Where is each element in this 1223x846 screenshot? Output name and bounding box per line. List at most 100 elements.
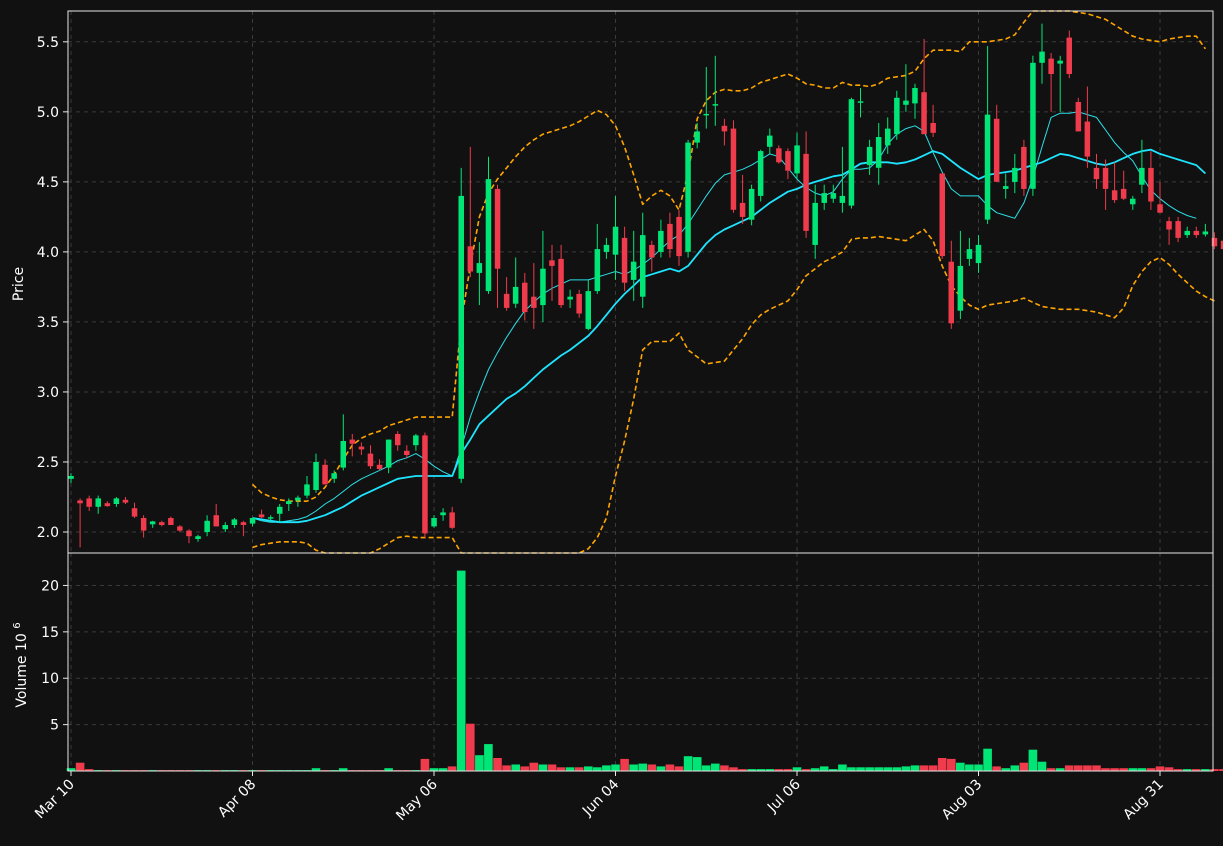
volume-bar [665,764,675,771]
candle-body [1066,37,1072,74]
volume-bar [420,758,430,771]
candle-body [149,521,156,525]
price-tick-label: 4.0 [37,245,59,261]
price-tick-label: 3.0 [37,385,59,401]
candle-body [1120,188,1127,199]
candle-body [440,512,446,516]
candle-body [295,497,301,501]
volume-bar [720,765,729,771]
volume-tick-label: 10 [41,671,59,687]
candle-body [494,188,501,269]
candle-body [921,92,927,135]
candle-body [131,508,138,517]
volume-bar [1019,762,1029,771]
candle-body [903,100,909,105]
candle-body [140,518,147,531]
candle-body [739,202,746,217]
price-tick-label: 4.5 [37,175,59,191]
candle-body [667,223,673,250]
candle-body [222,525,228,530]
candle-body [77,500,83,504]
candle-body [249,518,256,524]
volume-bar [456,570,466,771]
volume-bar [838,764,847,771]
candle-body [286,501,292,504]
volume-bar [565,767,575,771]
volume-tick-label: 20 [41,578,59,594]
candle-body [776,148,782,163]
candle-body [313,462,319,490]
volume-bar [874,767,883,771]
candle-body [458,195,464,479]
volume-bar [1155,766,1165,771]
candle-body [358,446,365,450]
candle-body [1093,167,1100,180]
candle-body [712,104,719,106]
volume-bar [683,756,693,771]
candle-body [431,518,437,527]
candle-body [104,503,111,507]
candle-body [1012,167,1018,182]
candle-body [1202,231,1209,235]
volume-bar [856,767,865,771]
candle-body [875,137,882,168]
candle-body [912,88,918,104]
candle-body [803,153,809,231]
candle-body [540,268,546,306]
candle-body [549,260,555,266]
candle-body [367,453,374,467]
volume-bar [956,762,965,771]
candle-body [721,125,728,132]
candle-body [975,244,982,264]
volume-bar [547,764,557,771]
volume-bar [1028,749,1038,771]
candle-body [767,135,773,147]
candle-body [594,249,601,292]
volume-bar [574,767,584,771]
candle-body [204,520,210,532]
candle-body [785,151,791,171]
volume-bar [1164,767,1174,771]
candle-body [95,498,101,507]
candle-body [177,526,183,531]
volume-bar [584,766,593,771]
candle-body [957,265,964,311]
candle-body [748,188,755,220]
volume-bar [656,766,666,771]
volume-bar [75,762,85,771]
candle-body [122,499,129,503]
candle-body [277,506,283,514]
volume-bar [674,766,684,771]
candle-body [231,519,238,525]
candle-body [404,450,410,455]
candle-body [476,263,483,273]
candle-body [939,173,945,257]
volume-axis-label-text: Volume [14,656,30,708]
candle-body [1175,221,1181,238]
candle-body [658,230,664,252]
candle-body [1139,167,1145,185]
candle-body [113,498,120,504]
volume-bar [847,767,856,771]
candle-body [1130,198,1136,205]
volume-bar [983,748,992,771]
volume-bar [647,764,657,771]
candle-body [1003,186,1009,189]
candle-body [703,113,709,116]
volume-bar [629,764,638,771]
volume-bar [711,763,720,771]
candle-body [685,142,691,252]
candle-body [1048,58,1054,74]
volume-bar [484,744,493,771]
candle-body [730,128,737,210]
candle-body [413,435,419,446]
volume-bar [520,766,529,771]
volume-bar [466,723,475,771]
candle-body [186,530,192,537]
candle-body [984,114,991,220]
candle-body [1039,51,1045,63]
volume-bar [602,765,611,771]
volume-bar [947,758,956,771]
candle-body [930,123,936,133]
candle-body [522,282,528,313]
